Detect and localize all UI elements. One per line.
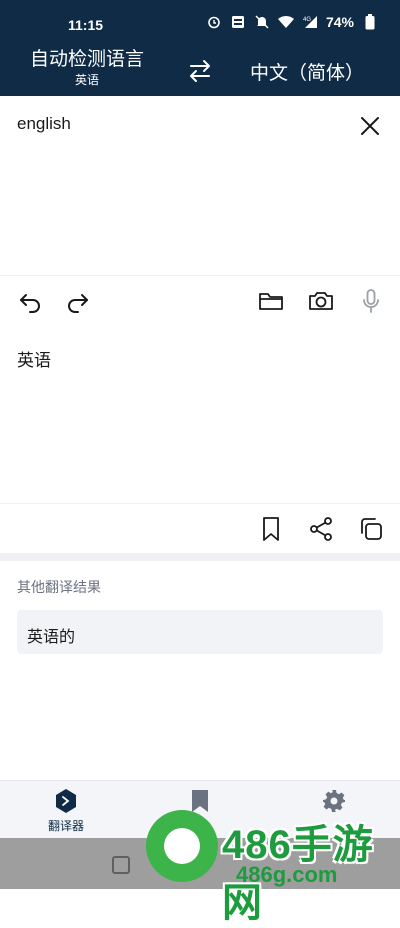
- status-time: 11:15: [68, 17, 104, 33]
- wifi-icon: [277, 14, 294, 30]
- status-bar: 11:15 4G 74%: [0, 0, 400, 46]
- source-language-label: 自动检测语言: [29, 49, 144, 70]
- swap-languages-button[interactable]: [186, 58, 214, 84]
- signal-icon: 4G: [302, 14, 318, 30]
- source-language-selector[interactable]: 自动检测语言 英语: [22, 46, 152, 88]
- battery-percent: 74%: [325, 14, 354, 30]
- alternative-translation-item[interactable]: 英语的: [17, 610, 383, 654]
- output-toolbar: [0, 503, 400, 554]
- clear-text-button[interactable]: [358, 114, 382, 138]
- redo-button[interactable]: [64, 287, 92, 315]
- alarm-icon: [206, 14, 222, 30]
- microphone-icon: [363, 289, 379, 313]
- nav-translator[interactable]: 翻译器: [16, 787, 116, 834]
- source-text-area[interactable]: english: [0, 96, 400, 274]
- copy-icon: [361, 518, 382, 540]
- bookmark-icon: [263, 517, 279, 541]
- language-bar: 自动检测语言 英语 中文（简体）: [0, 46, 400, 96]
- section-divider: [0, 553, 400, 561]
- share-button[interactable]: [307, 515, 335, 543]
- translated-text: 英语: [17, 351, 51, 370]
- copy-button[interactable]: [357, 515, 385, 543]
- folder-icon: [259, 293, 283, 310]
- bookmark-button[interactable]: [257, 515, 285, 543]
- undo-button[interactable]: [16, 287, 44, 315]
- redo-icon: [68, 294, 88, 313]
- status-icons: 4G 74%: [206, 14, 378, 30]
- svg-text:4G: 4G: [303, 17, 311, 23]
- translation-output: 英语: [0, 326, 400, 502]
- volte-icon: [230, 14, 246, 30]
- watermark-logo-icon: [146, 810, 218, 882]
- source-toolbar: [0, 275, 400, 327]
- recent-apps-button[interactable]: [112, 856, 130, 874]
- mute-icon: [254, 14, 270, 30]
- microphone-button[interactable]: [357, 287, 385, 315]
- target-language-selector[interactable]: 中文（简体）: [250, 58, 364, 85]
- undo-icon: [20, 294, 40, 313]
- alternative-translation-text: 英语的: [27, 629, 76, 646]
- camera-icon: [309, 292, 333, 310]
- nav-translator-label: 翻译器: [47, 819, 84, 833]
- source-text[interactable]: english: [17, 114, 71, 134]
- watermark: 486手游网 486g.com: [140, 808, 400, 925]
- swap-icon: [190, 60, 210, 82]
- translator-icon: [52, 787, 80, 815]
- watermark-url: 486g.com: [236, 862, 338, 887]
- open-file-button[interactable]: [257, 287, 285, 315]
- other-translations-heading: 其他翻译结果: [17, 579, 101, 595]
- battery-icon: [362, 14, 378, 30]
- detected-language-label: 英语: [74, 73, 99, 87]
- close-icon: [361, 117, 379, 135]
- share-icon: [310, 517, 332, 541]
- camera-button[interactable]: [307, 287, 335, 315]
